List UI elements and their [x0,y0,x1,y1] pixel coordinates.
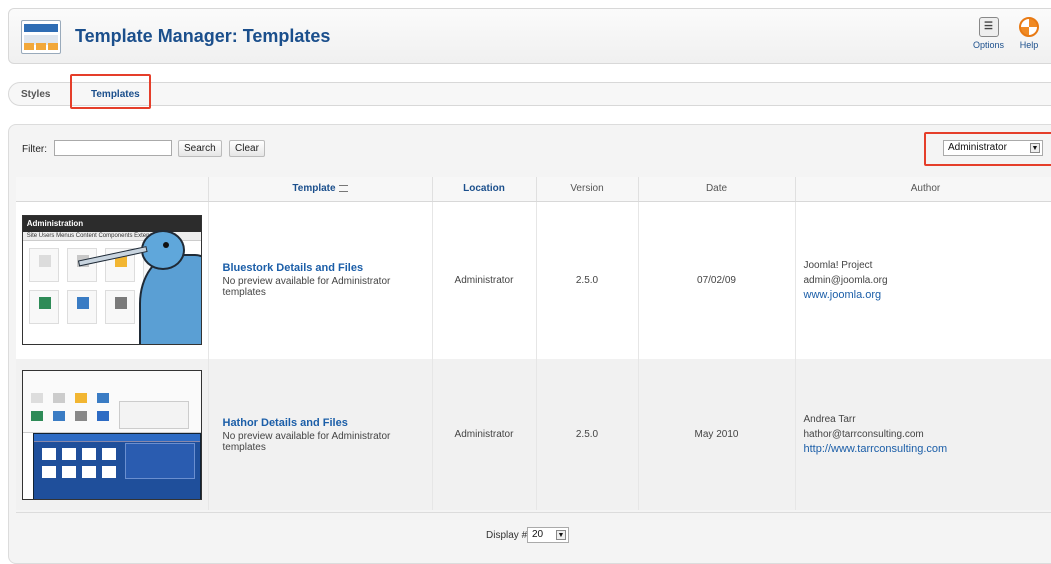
author-name: Joomla! Project [803,259,873,271]
search-button[interactable]: Search [178,140,222,157]
template-cell: Hathor Details and Files No preview avai… [208,359,433,510]
table-row: Hathor Details and Files No preview avai… [16,359,1051,510]
templates-table: Template Location Version Date Author Ad… [16,177,1051,510]
col-version: Version [536,177,639,202]
author-cell: Andrea Tarr hathor@tarrconsulting.com ht… [795,359,1051,510]
author-email: admin@joomla.org [803,274,888,286]
author-email: hathor@tarrconsulting.com [803,429,924,440]
version-cell: 2.5.0 [536,359,639,510]
template-name-link[interactable]: Hathor Details and Files [223,417,431,429]
col-template[interactable]: Template [208,177,433,202]
template-note: No preview available for Administrator t… [222,430,391,453]
display-count-label: Display # [486,530,528,541]
template-name-link[interactable]: Bluestork Details and Files [223,262,431,274]
sort-icon [338,185,348,193]
author-url-link[interactable]: http://www.tarrconsulting.com [804,442,1051,457]
tab-styles[interactable]: Styles [21,89,50,100]
template-note: No preview available for Administrator t… [222,276,391,299]
display-count-select[interactable]: 20 ▼ [527,527,569,543]
clear-button[interactable]: Clear [229,140,265,157]
template-cell: Bluestork Details and Files No preview a… [208,201,433,359]
location-cell: Administrator [432,359,537,510]
date-cell: May 2010 [638,359,796,510]
filter-search-input[interactable] [54,140,172,156]
templates-tab-highlight [70,74,151,109]
options-icon: ☰ [978,17,999,37]
subnav-tabs: Styles Templates [8,82,1051,106]
author-name: Andrea Tarr [803,414,856,425]
template-manager-icon [21,20,61,54]
display-count-value: 20 [532,529,544,540]
author-url-link[interactable]: www.joomla.org [804,288,1051,303]
author-cell: Joomla! Project admin@joomla.org www.joo… [795,201,1051,359]
options-label: Options [973,40,1005,50]
help-button[interactable]: Help [1019,17,1039,50]
version-cell: 2.5.0 [536,201,639,359]
col-template-label: Template [292,183,336,195]
hathor-thumbnail[interactable] [21,369,202,500]
thumbnail-title: Administration [22,216,201,233]
col-date: Date [638,177,796,202]
table-header-row: Template Location Version Date Author [16,177,1051,202]
help-lifebuoy-icon [1019,17,1039,37]
dropdown-arrow-icon: ▼ [556,530,566,540]
col-thumbnail [16,177,209,202]
help-label: Help [1019,40,1039,50]
toolbar-header: Template Manager: Templates ☰ Options He… [8,8,1051,64]
col-location[interactable]: Location [432,177,537,202]
table-row: Administration Site Users Menus Content … [16,201,1051,359]
page-title: Template Manager: Templates [75,26,331,46]
thumbnail-cell [16,359,209,510]
client-filter-highlight [924,132,1051,166]
location-cell: Administrator [432,201,537,359]
thumbnail-cell: Administration Site Users Menus Content … [16,201,209,359]
col-author: Author [795,177,1051,202]
bluestork-thumbnail[interactable]: Administration Site Users Menus Content … [21,215,202,346]
options-button[interactable]: ☰ Options [973,17,1004,50]
filter-label: Filter: [22,144,47,155]
date-cell: 07/02/09 [638,201,796,359]
